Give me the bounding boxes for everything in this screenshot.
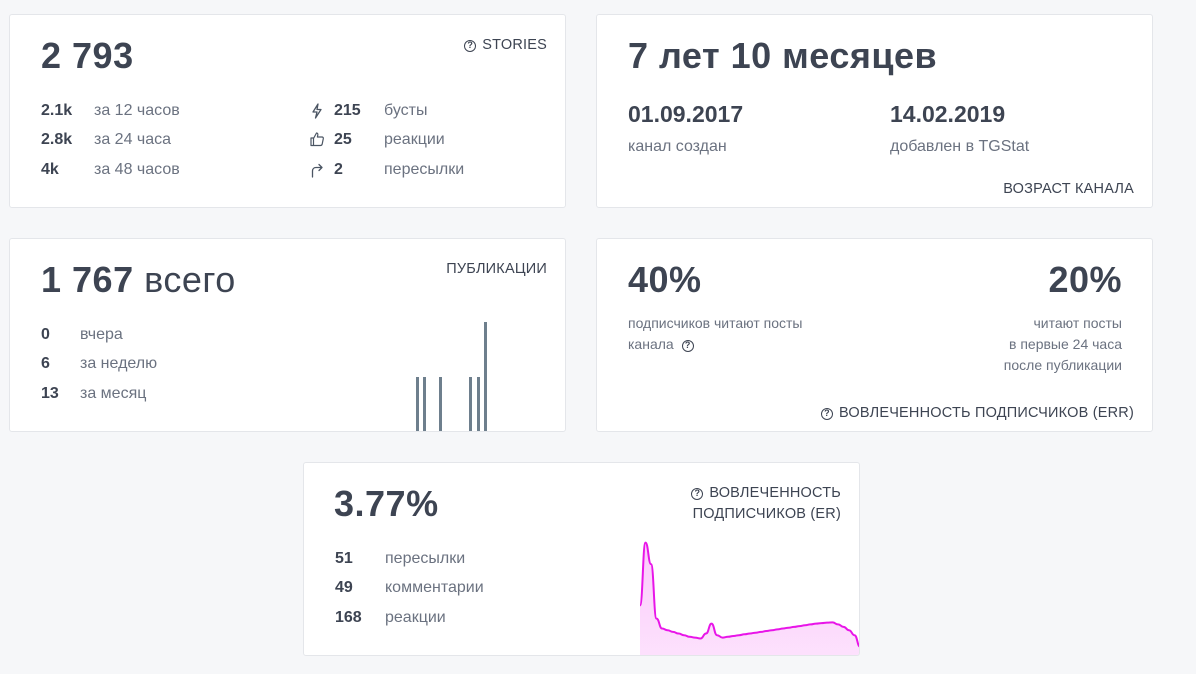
- chart-baseline: [357, 431, 566, 432]
- added-label: добавлен в TGStat: [890, 138, 1030, 155]
- chart-bar: [415, 377, 419, 431]
- er-value: 3.77%: [334, 483, 439, 524]
- chart-bar: [476, 377, 480, 431]
- stories-row: 2.8k за 24 часа: [41, 131, 172, 148]
- lightning-icon: [312, 103, 322, 119]
- question-icon[interactable]: ?: [464, 40, 477, 52]
- question-icon[interactable]: ?: [681, 340, 694, 352]
- thumbs-up-icon: [310, 132, 324, 147]
- chart-bar: [484, 322, 488, 431]
- err-left-text: подписчиков читают посты канала ?: [628, 315, 803, 352]
- publications-bar-chart: [10, 239, 566, 432]
- reactions-row: 25 реакции: [334, 131, 445, 148]
- chart-bar: [423, 377, 427, 431]
- err-caption[interactable]: ? ВОВЛЕЧЕННОСТЬ ПОДПИСЧИКОВ (ERR): [821, 403, 1134, 424]
- channel-age: 7 лет 10 месяцев: [628, 35, 938, 76]
- stories-card: 2 793 ? STORIES 2.1k за 12 часов 2.8k за …: [9, 14, 566, 208]
- chart-bar: [469, 377, 473, 431]
- er-area-fill: [640, 542, 859, 655]
- forwards-row: 2 пересылки: [334, 161, 465, 178]
- err-card: 40% подписчиков читают посты канала ? 20…: [596, 238, 1153, 432]
- stories-total: 2 793: [41, 35, 134, 76]
- er-row: 49 комментарии: [335, 579, 484, 596]
- created-label: канал создан: [628, 138, 727, 155]
- err-right-value: 20%: [1048, 259, 1122, 300]
- er-caption[interactable]: ? ВОВЛЕЧЕННОСТЬ ПОДПИСЧИКОВ (ER): [691, 483, 841, 525]
- question-icon[interactable]: ?: [821, 408, 834, 420]
- er-area-chart: [640, 541, 859, 655]
- er-card: 3.77% ? ВОВЛЕЧЕННОСТЬ ПОДПИСЧИКОВ (ER) 51…: [303, 462, 860, 656]
- publications-card: 1 767 всего ПУБЛИКАЦИИ 0 вчера 6 за неде…: [9, 238, 566, 432]
- stories-row: 2.1k за 12 часов: [41, 102, 180, 119]
- boosts-row: 215 бусты: [334, 102, 428, 119]
- stories-caption[interactable]: ? STORIES: [464, 35, 547, 56]
- added-date: 14.02.2019: [890, 101, 1006, 127]
- channel-age-card: 7 лет 10 месяцев 01.09.2017 канал создан…: [596, 14, 1153, 208]
- er-row: 51 пересылки: [335, 550, 466, 567]
- er-row: 168 реакции: [335, 609, 446, 626]
- chart-bar: [438, 377, 442, 431]
- question-icon[interactable]: ?: [691, 488, 704, 500]
- created-date: 01.09.2017: [628, 101, 744, 127]
- share-arrow-icon: [311, 163, 323, 178]
- stories-row: 4k за 48 часов: [41, 161, 180, 178]
- err-right-text: читают посты в первые 24 часа после публ…: [1003, 315, 1122, 373]
- age-caption: ВОЗРАСТ КАНАЛА: [1003, 181, 1134, 197]
- err-left-value: 40%: [628, 259, 702, 300]
